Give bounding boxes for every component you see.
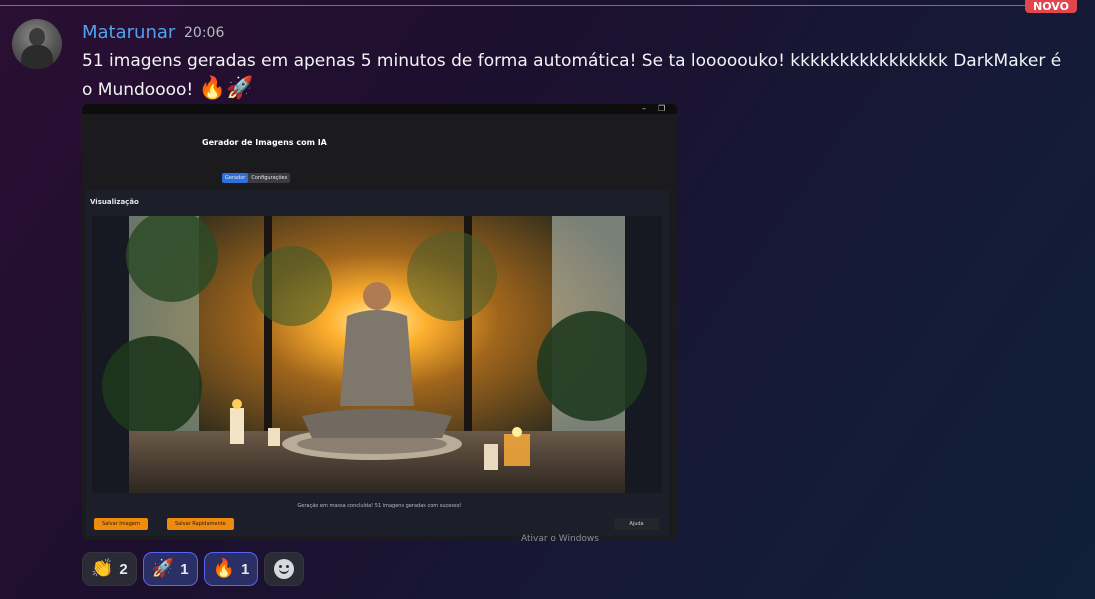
reaction-count: 1 <box>240 560 250 578</box>
status-message: Geração em massa concluída! 51 imagens g… <box>297 503 462 509</box>
reaction-count: 1 <box>180 560 189 578</box>
smiley-icon <box>274 559 295 579</box>
new-badge: NOVO <box>1025 0 1077 13</box>
tab-bar: Gerador Configurações <box>222 173 291 183</box>
rocket-emoji-icon: 🚀 <box>151 558 175 579</box>
generated-image <box>102 210 647 493</box>
windows-activation-watermark: Ativar o Windows <box>521 534 599 544</box>
reaction-rocket[interactable]: 🚀 1 <box>142 552 198 586</box>
image-preview <box>92 210 662 493</box>
reactions-bar: 👏 2 🚀 1 🔥 1 <box>82 552 305 586</box>
tab-gerador: Gerador <box>222 173 249 183</box>
timestamp: 20:06 <box>184 25 225 41</box>
section-title: Visualização <box>90 198 139 206</box>
quick-save-button: Salvar Rapidamente <box>167 518 234 530</box>
reaction-clap[interactable]: 👏 2 <box>82 552 137 586</box>
message-emojis: 🔥🚀 <box>198 76 254 101</box>
reaction-count: 2 <box>119 560 128 578</box>
add-reaction-button[interactable] <box>264 552 305 586</box>
author-name[interactable]: Matarunar <box>82 22 175 43</box>
window-titlebar <box>82 104 677 114</box>
screenshot-attachment[interactable]: – ❐ Gerador de Imagens com IA Gerador Co… <box>82 104 677 540</box>
message-content: 51 imagens geradas em apenas 5 minutos d… <box>82 47 1072 104</box>
app-title: Gerador de Imagens com IA <box>202 138 327 147</box>
reaction-fire[interactable]: 🔥 1 <box>203 552 259 586</box>
help-button: Ajuda <box>614 518 659 530</box>
clap-emoji-icon: 👏 <box>91 558 114 579</box>
new-messages-divider <box>0 5 1030 6</box>
avatar[interactable] <box>12 19 62 69</box>
restore-icon: ❐ <box>658 104 666 113</box>
tab-configuracoes: Configurações <box>251 175 288 181</box>
minimize-icon: – <box>642 104 646 113</box>
fire-emoji-icon: 🔥 <box>212 558 235 579</box>
save-image-button: Salvar Imagem <box>94 518 148 530</box>
